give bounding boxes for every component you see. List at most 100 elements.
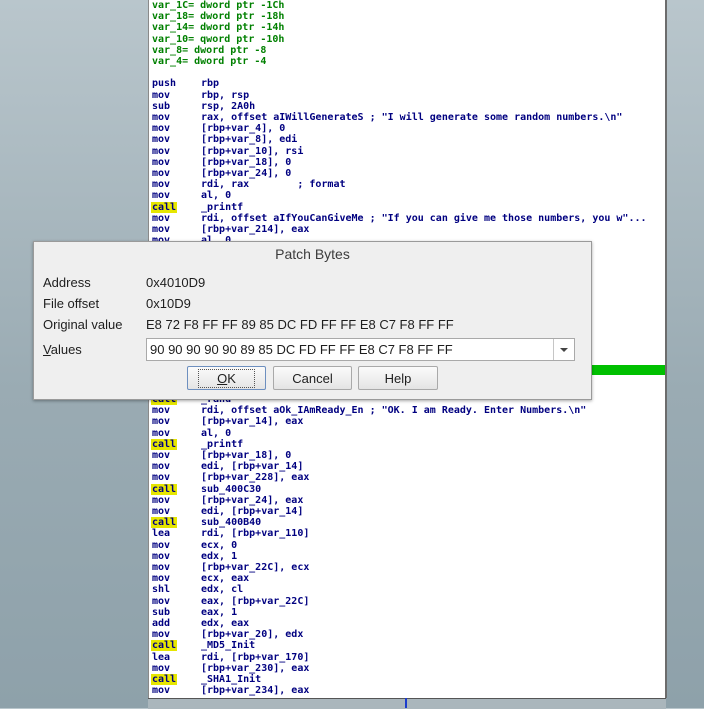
asm-operands: eax, [rbp+var_22C]	[201, 595, 310, 607]
asm-mnemonic: mov	[152, 123, 171, 135]
asm-operands: [rbp+var_18], 0	[201, 156, 292, 168]
ok-button[interactable]: OK	[187, 366, 266, 390]
asm-line[interactable]: var_18= dword ptr -18h	[152, 11, 284, 22]
chevron-down-icon[interactable]	[553, 339, 574, 360]
asm-operands: rdi, offset aOk_IAmReady_En ; "OK. I am …	[201, 405, 587, 417]
asm-operands: _MD5_Init	[201, 640, 256, 652]
asm-operands: [rbp+var_8], edi	[201, 134, 298, 146]
asm-operands: ecx, 0	[201, 539, 238, 551]
asm-operands: [rbp+var_22C], ecx	[201, 562, 310, 573]
asm-operands: [rbp+var_24], eax	[201, 494, 304, 506]
asm-mnemonic: call	[151, 517, 178, 529]
asm-operands: edi, [rbp+var_14]	[201, 461, 304, 473]
asm-mnemonic: sub	[152, 100, 171, 112]
asm-operands: edx, 1	[201, 550, 238, 562]
stack-var-definition: var_8= dword ptr -8	[152, 44, 267, 56]
file-offset-value: 0x10D9	[146, 296, 191, 311]
asm-operands: rsp, 2A0h	[201, 100, 256, 112]
execution-highlight-bar	[590, 365, 665, 375]
asm-operands: rbp, rsp	[201, 89, 250, 101]
cancel-button[interactable]: Cancel	[273, 366, 352, 390]
asm-mnemonic: call	[151, 483, 178, 495]
asm-mnemonic: mov	[152, 179, 171, 191]
asm-operands: rdi, [rbp+var_110]	[201, 528, 310, 540]
asm-mnemonic: mov	[152, 662, 171, 674]
dialog-title: Patch Bytes	[275, 246, 350, 262]
asm-operands: [rbp+var_234], eax	[201, 685, 310, 697]
disassembly-bottom-edge	[148, 698, 666, 709]
stack-var-definition: var_4= dword ptr -4	[152, 56, 267, 67]
asm-mnemonic: mov	[152, 156, 171, 168]
stack-var-definition: var_18= dword ptr -18h	[152, 11, 285, 23]
asm-mnemonic: mov	[152, 450, 171, 461]
asm-mnemonic: mov	[152, 427, 171, 439]
asm-mnemonic: call	[151, 438, 178, 450]
asm-mnemonic: lea	[152, 651, 171, 663]
asm-mnemonic: mov	[152, 629, 171, 641]
asm-operands: [rbp+var_20], edx	[201, 629, 304, 641]
asm-operands: [rbp+var_24], 0	[201, 168, 292, 179]
asm-line[interactable]: var_10= qword ptr -10h	[152, 34, 284, 45]
patch-bytes-dialog: Patch Bytes Address 0x4010D9 File offset…	[33, 241, 592, 400]
asm-operands: [rbp+var_230], eax	[201, 662, 310, 674]
asm-line[interactable]: var_4= dword ptr -4	[152, 56, 266, 67]
asm-line[interactable]: var_1C= dword ptr -1Ch	[152, 0, 284, 11]
file-offset-label: File offset	[43, 296, 100, 311]
asm-operands: _SHA1_Init	[201, 674, 262, 685]
values-input[interactable]	[147, 339, 552, 360]
asm-operands: [rbp+var_14], eax	[201, 416, 304, 428]
asm-line[interactable]: var_14= dword ptr -14h	[152, 22, 284, 33]
asm-operands: rdi, offset aIfYouCanGiveMe ; "If you ca…	[201, 212, 647, 224]
asm-mnemonic: mov	[152, 595, 171, 607]
asm-operands: [rbp+var_4], 0	[201, 123, 286, 135]
asm-operands: _printf	[201, 438, 244, 450]
asm-mnemonic: mov	[152, 416, 171, 428]
asm-mnemonic: add	[152, 618, 171, 629]
stack-var-definition: var_10= qword ptr -10h	[152, 33, 285, 45]
asm-mnemonic: mov	[152, 145, 171, 157]
address-value: 0x4010D9	[146, 275, 206, 290]
asm-operands: rdi, rax ; format	[201, 179, 346, 191]
stack-var-definition: var_1C= dword ptr -1Ch	[152, 0, 285, 11]
asm-mnemonic: mov	[152, 89, 171, 101]
asm-operands: eax, 1	[201, 606, 238, 618]
asm-operands: rdi, [rbp+var_170]	[201, 651, 310, 663]
asm-mnemonic: mov	[152, 224, 171, 235]
asm-operands: rbp	[201, 78, 220, 90]
address-label: Address	[43, 275, 91, 290]
flow-arrow-tick	[405, 698, 407, 708]
asm-operands: edx, eax	[201, 618, 250, 629]
asm-mnemonic: mov	[152, 573, 171, 585]
asm-mnemonic: mov	[152, 472, 171, 484]
asm-operands: [rbp+var_10], rsi	[201, 145, 304, 157]
asm-mnemonic: mov	[152, 494, 171, 506]
asm-mnemonic: mov	[152, 562, 171, 573]
asm-mnemonic: mov	[152, 168, 171, 179]
original-value: E8 72 F8 FF FF 89 85 DC FD FF FF E8 C7 F…	[146, 317, 454, 332]
asm-mnemonic: mov	[152, 685, 171, 697]
asm-mnemonic: mov	[152, 190, 171, 202]
asm-operands: rax, offset aIWillGenerateS ; "I will ge…	[201, 112, 623, 123]
asm-mnemonic: mov	[152, 112, 171, 123]
help-button[interactable]: Help	[358, 366, 438, 390]
asm-mnemonic: mov	[152, 405, 171, 417]
asm-operands: [rbp+var_214], eax	[201, 224, 310, 235]
asm-operands: edi, [rbp+var_14]	[201, 506, 304, 517]
asm-operands: ecx, eax	[201, 573, 250, 585]
asm-mnemonic: call	[151, 640, 178, 652]
asm-operands: al, 0	[201, 190, 232, 202]
asm-mnemonic: shl	[152, 584, 171, 596]
asm-mnemonic: call	[151, 201, 178, 213]
values-combobox[interactable]	[146, 338, 575, 361]
asm-mnemonic: push	[152, 78, 177, 90]
asm-line[interactable]: var_8= dword ptr -8	[152, 45, 266, 56]
asm-mnemonic: call	[151, 674, 178, 685]
values-label: Values	[43, 342, 82, 357]
asm-operands: sub_400B40	[201, 517, 262, 529]
asm-mnemonic: mov	[152, 550, 171, 562]
asm-operands: edx, cl	[201, 584, 244, 596]
asm-mnemonic: sub	[152, 606, 171, 618]
original-value-label: Original value	[43, 317, 123, 332]
asm-mnemonic: mov	[152, 539, 171, 551]
asm-mnemonic: lea	[152, 528, 171, 540]
